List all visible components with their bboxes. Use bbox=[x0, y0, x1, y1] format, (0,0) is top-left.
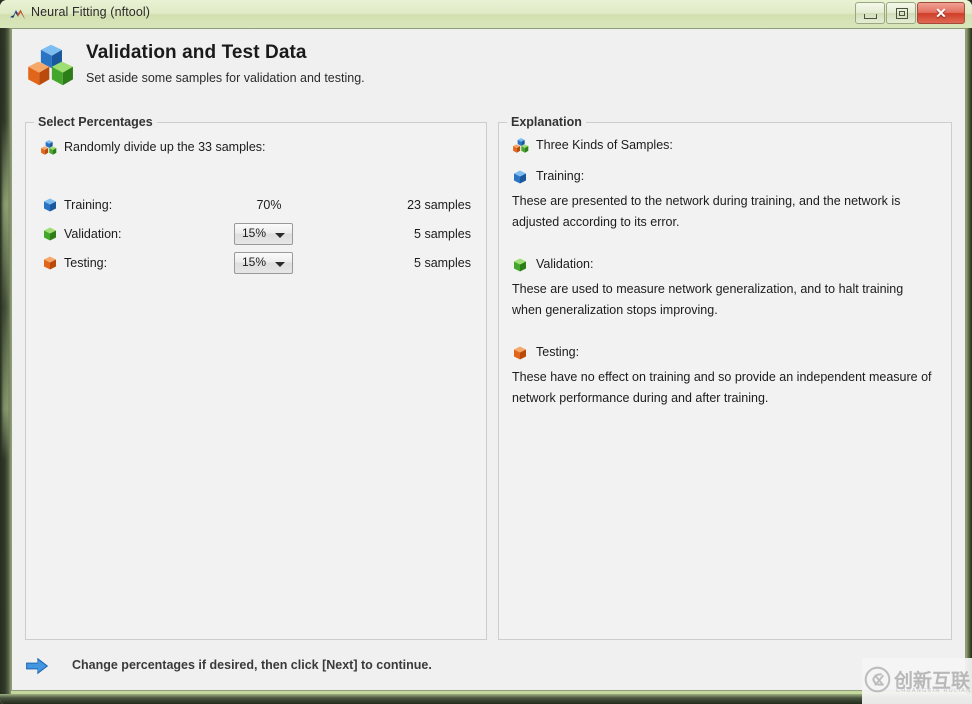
testing-percent-value: 15% bbox=[241, 255, 267, 269]
training-percent-value: 70% bbox=[256, 198, 282, 212]
three-cubes-small-icon bbox=[41, 140, 57, 155]
explanation-training-body: These are presented to the network durin… bbox=[512, 194, 901, 229]
testing-sample-count: 5 samples bbox=[414, 256, 471, 270]
select-percentages-legend: Select Percentages bbox=[34, 115, 157, 129]
cube-orange-icon bbox=[44, 256, 56, 270]
maximize-button[interactable] bbox=[886, 2, 916, 24]
window-frame-bottom-edge bbox=[0, 694, 972, 704]
close-icon: ✕ bbox=[935, 5, 947, 21]
testing-label: Testing: bbox=[64, 256, 108, 270]
samples-intro-row: Randomly divide up the 33 samples: bbox=[26, 136, 486, 158]
validation-sample-count: 5 samples bbox=[414, 227, 471, 241]
explanation-training-title: Training: bbox=[536, 169, 585, 183]
cube-blue-icon bbox=[44, 198, 56, 212]
cube-blue-icon bbox=[514, 170, 526, 184]
validation-percent-dropdown[interactable]: 15% bbox=[234, 223, 293, 245]
training-label: Training: bbox=[64, 198, 113, 212]
minimize-button[interactable] bbox=[855, 2, 885, 24]
window-title: Neural Fitting (nftool) bbox=[31, 5, 151, 19]
cube-green-icon bbox=[514, 258, 526, 272]
training-row: Training: 70% 23 samples bbox=[26, 194, 486, 216]
three-cubes-small-icon bbox=[513, 138, 529, 153]
window-frame-left-glow bbox=[2, 120, 9, 460]
explanation-validation-title: Validation: bbox=[536, 257, 594, 271]
select-percentages-panel: Select Percentages Randomly divide up th… bbox=[25, 115, 487, 640]
samples-intro-label: Randomly divide up the 33 samples: bbox=[64, 140, 266, 154]
cube-green-icon bbox=[44, 227, 56, 241]
application-window: Neural Fitting (nftool) ✕ Validation and… bbox=[0, 0, 972, 704]
explanation-legend: Explanation bbox=[507, 115, 586, 129]
explanation-validation-body: These are used to measure network genera… bbox=[512, 282, 904, 317]
explanation-testing-title: Testing: bbox=[536, 345, 580, 359]
blue-right-arrow-icon bbox=[26, 657, 49, 675]
validation-row: Validation: 15% 5 samples bbox=[26, 223, 486, 245]
window-frame-right-edge bbox=[966, 28, 972, 694]
explanation-heading: Three Kinds of Samples: bbox=[536, 138, 673, 152]
title-bar[interactable]: Neural Fitting (nftool) ✕ bbox=[0, 0, 972, 28]
page-header: Validation and Test Data Set aside some … bbox=[12, 29, 965, 101]
back-button[interactable]: Back bbox=[684, 690, 764, 691]
testing-percent-dropdown[interactable]: 15% bbox=[234, 252, 293, 274]
welcome-button[interactable]: Welcome bbox=[220, 690, 330, 691]
neural-network-start-button[interactable]: Neural Network Start bbox=[25, 690, 210, 691]
chevron-down-icon bbox=[275, 262, 285, 267]
training-sample-count: 23 samples bbox=[407, 198, 471, 212]
cube-orange-icon bbox=[514, 346, 526, 360]
finish-button[interactable] bbox=[860, 690, 940, 691]
explanation-testing-body: These have no effect on training and so … bbox=[512, 370, 932, 405]
page-title: Validation and Test Data bbox=[86, 42, 307, 63]
chevron-down-icon bbox=[275, 233, 285, 238]
matlab-membrane-icon bbox=[10, 9, 25, 20]
page-subtitle: Set aside some samples for validation an… bbox=[86, 71, 365, 85]
minimize-icon bbox=[864, 14, 877, 19]
testing-row: Testing: 15% 5 samples bbox=[26, 252, 486, 274]
next-button[interactable]: Next bbox=[772, 690, 852, 691]
window-controls: ✕ bbox=[854, 2, 965, 24]
validation-label: Validation: bbox=[64, 227, 122, 241]
client-area: Validation and Test Data Set aside some … bbox=[11, 28, 966, 691]
explanation-panel: Explanation Three Kinds of Samples: Trai… bbox=[498, 115, 952, 640]
three-cubes-icon bbox=[28, 44, 73, 86]
close-button[interactable]: ✕ bbox=[917, 2, 965, 24]
validation-percent-value: 15% bbox=[241, 226, 267, 240]
status-bar: Change percentages if desired, then clic… bbox=[25, 651, 952, 685]
status-message: Change percentages if desired, then clic… bbox=[72, 658, 432, 672]
maximize-icon bbox=[896, 8, 908, 19]
